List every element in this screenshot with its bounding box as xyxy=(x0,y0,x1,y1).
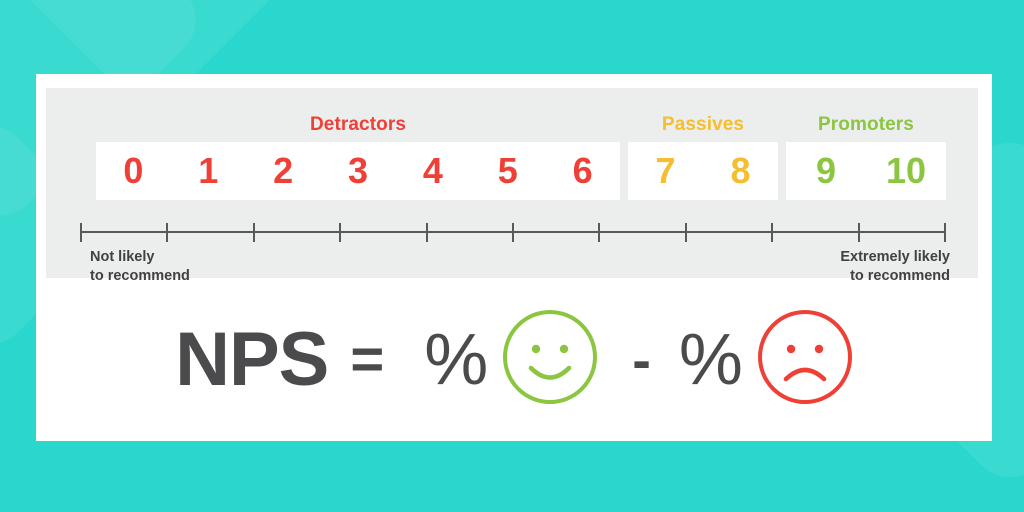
axis-tick xyxy=(425,223,428,242)
category-label-detractors: Detractors xyxy=(309,114,407,135)
score-value-4[interactable]: 4 xyxy=(395,153,470,189)
percent-sign-promoters: % xyxy=(424,319,489,400)
sad-face-icon xyxy=(757,309,853,410)
axis-tick xyxy=(252,223,255,242)
score-value-9[interactable]: 9 xyxy=(786,153,866,189)
score-group-passives: 7 8 xyxy=(628,142,778,200)
axis-tick xyxy=(80,223,82,242)
score-group-detractors: 0 1 2 3 4 5 6 xyxy=(96,142,620,200)
score-value-0[interactable]: 0 xyxy=(96,153,171,189)
score-value-1[interactable]: 1 xyxy=(171,153,246,189)
category-label-passives: Passives xyxy=(661,114,745,135)
score-value-5[interactable]: 5 xyxy=(470,153,545,189)
scale-axis xyxy=(80,221,946,243)
axis-tick xyxy=(944,223,946,242)
score-value-8[interactable]: 8 xyxy=(703,153,778,189)
score-value-6[interactable]: 6 xyxy=(545,153,620,189)
score-value-3[interactable]: 3 xyxy=(321,153,396,189)
happy-face-icon xyxy=(502,309,598,410)
score-value-10[interactable]: 10 xyxy=(866,153,946,189)
minus-sign: - xyxy=(632,327,651,391)
score-group-promoters: 9 10 xyxy=(786,142,946,200)
axis-tick xyxy=(598,223,601,242)
axis-tick xyxy=(771,223,774,242)
score-value-7[interactable]: 7 xyxy=(628,153,703,189)
formula-title: NPS xyxy=(175,316,329,402)
nps-formula: NPS = % - % xyxy=(36,278,992,441)
axis-tick xyxy=(684,223,687,242)
axis-tick xyxy=(166,223,169,242)
nps-infographic-card: Detractors Passives Promoters 0 1 2 3 4 … xyxy=(36,74,992,441)
percent-sign-detractors: % xyxy=(678,319,743,400)
category-label-promoters: Promoters xyxy=(818,114,914,135)
equals-sign: = xyxy=(350,326,385,392)
score-value-2[interactable]: 2 xyxy=(246,153,321,189)
axis-tick xyxy=(857,223,860,242)
nps-scale-panel: Detractors Passives Promoters 0 1 2 3 4 … xyxy=(46,88,978,284)
axis-tick xyxy=(512,223,514,242)
axis-tick xyxy=(339,223,342,242)
